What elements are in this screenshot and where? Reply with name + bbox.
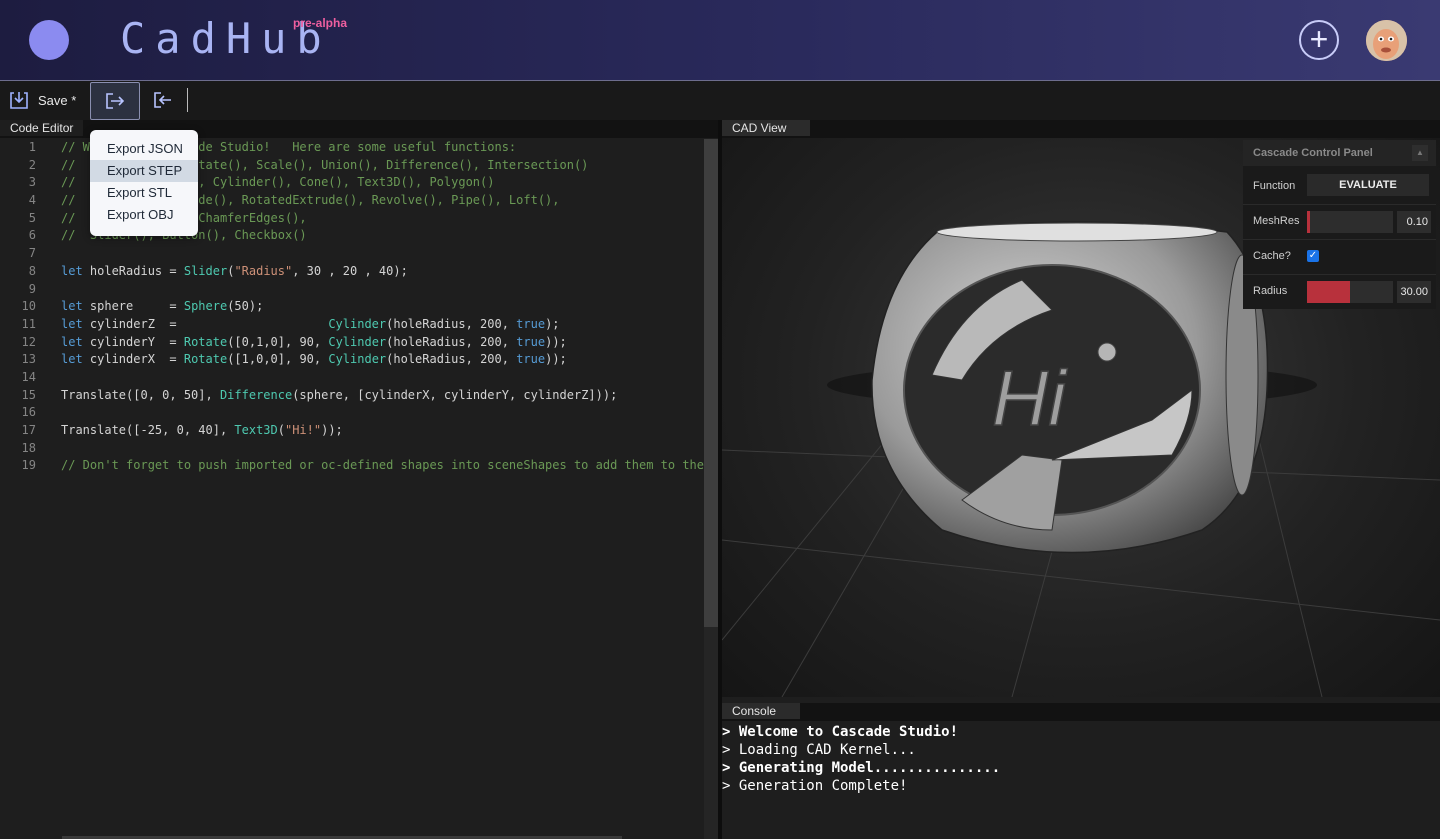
export-menu-item[interactable]: Export STL (90, 182, 198, 204)
code-line[interactable]: 19// Don't forget to push imported or oc… (0, 457, 726, 475)
code-text[interactable]: Translate([0, 0, 50], Difference(sphere,… (36, 387, 617, 405)
export-menu: Export JSON Export STEP Export STL Export O… (90, 130, 198, 236)
line-number: 16 (21, 405, 36, 420)
code-line[interactable]: 8 let holeRadius = Slider("Radius", 30 , … (0, 263, 704, 281)
code-text[interactable]: // Don't forget to push imported or oc-d… (36, 457, 726, 475)
code-text[interactable]: let cylinderZ = Cylinder(holeRadius, 200… (36, 316, 560, 334)
code-text[interactable] (36, 404, 61, 422)
export-menu-item[interactable]: Export JSON (90, 138, 198, 160)
code-line[interactable]: 7 (0, 245, 704, 263)
meshres-row: MeshRes 0.10 (1243, 204, 1436, 239)
radius-value[interactable]: 30.00 (1397, 281, 1431, 303)
radius-slider-fill (1307, 281, 1350, 303)
line-number: 2 (28, 157, 36, 172)
toolbar: Save * (0, 80, 1440, 121)
line-number: 5 (28, 210, 36, 225)
export-icon (106, 93, 125, 109)
add-button[interactable]: + (1299, 20, 1339, 60)
code-line[interactable]: 14 (0, 369, 704, 387)
tab-cad-view[interactable]: CAD View (722, 120, 810, 136)
code-line[interactable]: 10 let sphere = Sphere(50); (0, 298, 704, 316)
panel-title-text: Cascade Control Panel (1253, 147, 1373, 159)
code-text[interactable] (36, 281, 61, 299)
line-number: 17 (21, 423, 36, 437)
export-menu-item[interactable]: Export STEP (90, 160, 198, 182)
line-number: 4 (28, 193, 36, 208)
code-text[interactable]: Translate([-25, 0, 40], Text3D("Hi!")); (36, 422, 343, 440)
code-text[interactable]: let holeRadius = Slider("Radius", 30 , 2… (36, 263, 408, 281)
console-line: > Generating Model............... (722, 760, 1001, 776)
code-line[interactable]: 12 let cylinderY = Rotate([0,1,0], 90, Cy… (0, 334, 704, 352)
line-number: 13 (21, 352, 36, 367)
top-header: CadHub pre-alpha + (0, 0, 1440, 80)
line-number: 12 (21, 334, 36, 349)
meshres-label: MeshRes (1253, 215, 1300, 227)
tab-code-editor[interactable]: Code Editor (0, 120, 84, 136)
code-line[interactable]: 11 let cylinderZ = Cylinder(holeRadius, 2… (0, 316, 704, 334)
cache-label: Cache? (1253, 250, 1291, 262)
cache-checkbox[interactable]: ✓ (1307, 250, 1319, 262)
code-line[interactable]: 15 Translate([0, 0, 50], Difference(spher… (0, 387, 704, 405)
function-row: Function EVALUATE (1243, 169, 1436, 203)
line-number: 10 (21, 299, 36, 314)
evaluate-button[interactable]: EVALUATE (1307, 174, 1429, 196)
console-output: > Welcome to Cascade Studio! > Loading CA… (722, 723, 1000, 795)
collapse-icon[interactable]: ▲ (1412, 145, 1428, 161)
editor-scrollbar[interactable] (704, 139, 718, 839)
line-number: 18 (21, 440, 36, 455)
console-tabbar: Console (722, 703, 1440, 721)
line-number: 6 (28, 228, 36, 243)
console-line: > Generation Complete! (722, 778, 908, 794)
model-text: Hi (992, 354, 1068, 442)
cache-row: Cache? ✓ (1243, 239, 1436, 274)
code-line[interactable]: 9 (0, 281, 704, 299)
cascade-control-panel: Cascade Control Panel ▲ Function EVALUAT… (1243, 140, 1436, 309)
console: Console > Welcome to Cascade Studio! > Lo… (722, 703, 1440, 839)
code-line[interactable]: 16 (0, 404, 704, 422)
line-number: 14 (21, 369, 36, 384)
line-number: 3 (28, 175, 36, 190)
code-line[interactable]: 13 let cylinderX = Rotate([1,0,0], 90, Cy… (0, 351, 704, 369)
meshres-value[interactable]: 0.10 (1397, 211, 1431, 233)
code-text[interactable]: let sphere = Sphere(50); (36, 298, 263, 316)
line-number: 7 (28, 246, 36, 261)
line-number: 8 (28, 263, 36, 278)
import-icon (154, 92, 171, 108)
code-text[interactable]: let cylinderY = Rotate([0,1,0], 90, Cyli… (36, 334, 567, 352)
radius-label: Radius (1253, 285, 1288, 297)
export-button[interactable] (90, 82, 140, 120)
function-label: Function (1253, 180, 1296, 192)
line-number: 19 (21, 458, 36, 473)
export-menu-item[interactable]: Export OBJ (90, 204, 198, 226)
avatar-face-icon (1366, 20, 1407, 61)
logo-icon[interactable] (29, 20, 69, 60)
console-line: > Welcome to Cascade Studio! (722, 724, 959, 740)
console-line: > Loading CAD Kernel... (722, 742, 916, 758)
code-text[interactable] (36, 440, 61, 458)
toolbar-divider (187, 88, 188, 112)
code-text[interactable]: let cylinderX = Rotate([1,0,0], 90, Cyli… (36, 351, 567, 369)
import-button[interactable] (139, 82, 187, 118)
save-label: Save * (38, 92, 77, 108)
save-button[interactable]: Save * (8, 85, 76, 115)
line-number: 11 (21, 316, 36, 331)
code-text[interactable] (36, 245, 61, 263)
radius-slider[interactable] (1307, 281, 1393, 303)
code-line[interactable]: 18 (0, 440, 704, 458)
pre-alpha-badge: pre-alpha (293, 16, 348, 30)
avatar[interactable] (1366, 20, 1407, 61)
radius-row: Radius 30.00 (1243, 274, 1436, 309)
line-number: 9 (28, 281, 36, 296)
save-icon (10, 92, 28, 109)
meshres-slider-fill (1307, 211, 1311, 233)
editor-scrollbar-thumb[interactable] (704, 139, 718, 627)
tab-console[interactable]: Console (722, 703, 800, 719)
code-text[interactable] (36, 369, 61, 387)
code-line[interactable]: 17 Translate([-25, 0, 40], Text3D("Hi!"))… (0, 422, 704, 440)
line-number: 1 (28, 140, 36, 154)
line-number: 15 (21, 387, 36, 402)
meshres-slider[interactable] (1307, 211, 1393, 233)
cad-tabbar: CAD View (722, 120, 1440, 138)
panel-title[interactable]: Cascade Control Panel ▲ (1243, 140, 1436, 166)
